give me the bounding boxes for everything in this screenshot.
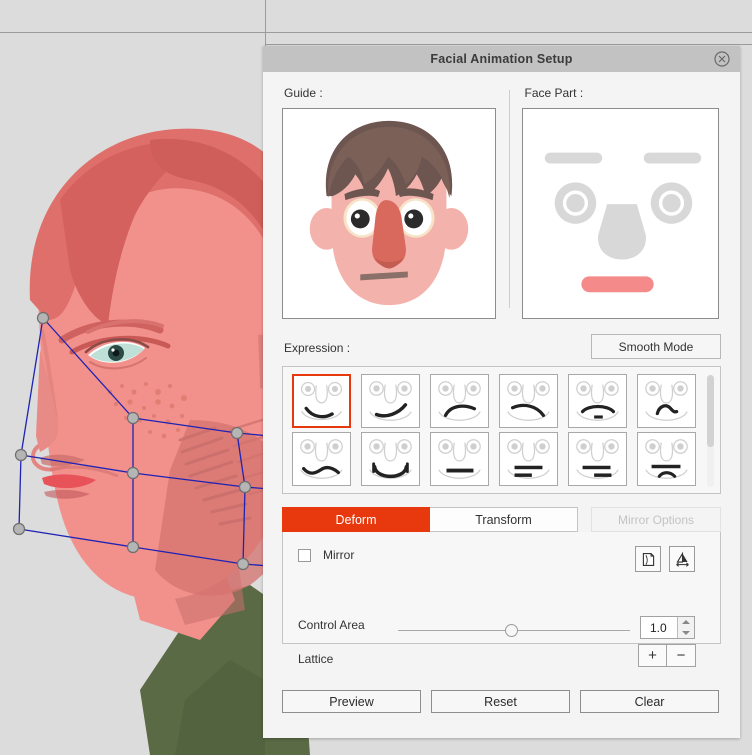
expression-thumb-smirk-right[interactable] — [499, 374, 558, 428]
reset-button[interactable]: Reset — [431, 690, 570, 713]
tab-bar-row: Deform Transform Mirror Options — [282, 507, 721, 532]
dialog-footer: Preview Reset Clear — [282, 690, 719, 713]
expression-thumb-wave-small[interactable] — [637, 374, 696, 428]
expression-thumb-neutral-line[interactable] — [430, 432, 489, 486]
expression-label: Expression : — [284, 341, 351, 355]
mouth-part-selected — [581, 276, 655, 293]
preview-button[interactable]: Preview — [282, 690, 421, 713]
deform-icon-buttons — [635, 546, 695, 572]
nose-part — [598, 204, 647, 260]
clear-button[interactable]: Clear — [580, 690, 719, 713]
expression-thumb-smirk-left[interactable] — [430, 374, 489, 428]
spinner-up-icon[interactable] — [678, 617, 694, 628]
expression-thumb-line-with-curve[interactable] — [637, 432, 696, 486]
expression-thumb-wavy-frown[interactable] — [292, 432, 351, 486]
deform-panel: Mirror Control Area 1.0 Lattice + − — [282, 532, 721, 667]
spinner-arrows — [677, 617, 694, 638]
expression-thumb-grin-teeth[interactable] — [361, 432, 420, 486]
lattice-buttons: + − — [638, 644, 696, 667]
face-part-label: Face Part : — [524, 86, 584, 100]
tab-bar: Deform Transform — [282, 507, 578, 532]
face-part-section: Face Part : — [522, 86, 721, 319]
mirror-checkbox[interactable] — [298, 548, 311, 562]
copy-page-icon[interactable] — [635, 546, 661, 572]
control-area-spinner[interactable]: 1.0 — [640, 616, 695, 639]
section-divider — [509, 90, 511, 308]
control-area-label: Control Area — [298, 618, 365, 632]
dialog-body: Guide : Face Part: Expression: Smooth … — [263, 72, 740, 738]
expression-scrollbar-thumb[interactable] — [707, 375, 714, 447]
guide-section: Guide : — [282, 86, 497, 319]
eye-right-part — [651, 182, 693, 224]
face-part-preview[interactable] — [522, 108, 720, 319]
eyebrow-left-part — [545, 152, 603, 164]
lattice-label: Lattice — [298, 652, 334, 666]
guide-label: Guide : — [284, 86, 323, 100]
guide-preview[interactable] — [282, 108, 496, 319]
expression-header: Expression : Smooth Mode — [282, 334, 721, 359]
tab-deform[interactable]: Deform — [282, 507, 430, 532]
facial-animation-setup-dialog: Facial Animation Setup Guide : Face Part… — [263, 46, 740, 738]
lattice-add-button[interactable]: + — [638, 644, 667, 667]
expression-thumb-open-small[interactable] — [568, 374, 627, 428]
flip-horizontal-icon[interactable] — [669, 546, 695, 572]
eyebrow-right-part — [644, 152, 702, 164]
mirror-checkbox-row: Mirror — [298, 548, 354, 562]
mirror-options-button: Mirror Options — [591, 507, 721, 532]
control-area-slider[interactable] — [398, 624, 630, 638]
expression-scrollbar[interactable] — [707, 375, 714, 487]
close-icon[interactable] — [714, 51, 730, 67]
guide-face-illustration — [309, 120, 469, 306]
slider-knob[interactable] — [505, 624, 518, 637]
expression-grid — [292, 374, 720, 488]
expression-thumb-smile-wide[interactable] — [361, 374, 420, 428]
eye-left-part — [555, 182, 597, 224]
expression-thumb-double-line[interactable] — [499, 432, 558, 486]
spinner-down-icon[interactable] — [678, 628, 694, 639]
dialog-titlebar[interactable]: Facial Animation Setup — [263, 46, 740, 72]
top-row: Guide : Face Part: — [282, 86, 721, 319]
tab-transform[interactable]: Transform — [430, 507, 578, 532]
expression-panel — [282, 366, 721, 494]
smooth-mode-button[interactable]: Smooth Mode — [591, 334, 721, 359]
face-part-illustration — [545, 152, 702, 293]
control-area-value[interactable]: 1.0 — [641, 617, 677, 638]
mirror-label: Mirror — [323, 548, 355, 562]
dialog-title: Facial Animation Setup — [430, 52, 573, 66]
expression-thumb-double-line-alt[interactable] — [568, 432, 627, 486]
expression-thumb-smile-soft[interactable] — [292, 374, 351, 428]
lattice-remove-button[interactable]: − — [667, 644, 696, 667]
